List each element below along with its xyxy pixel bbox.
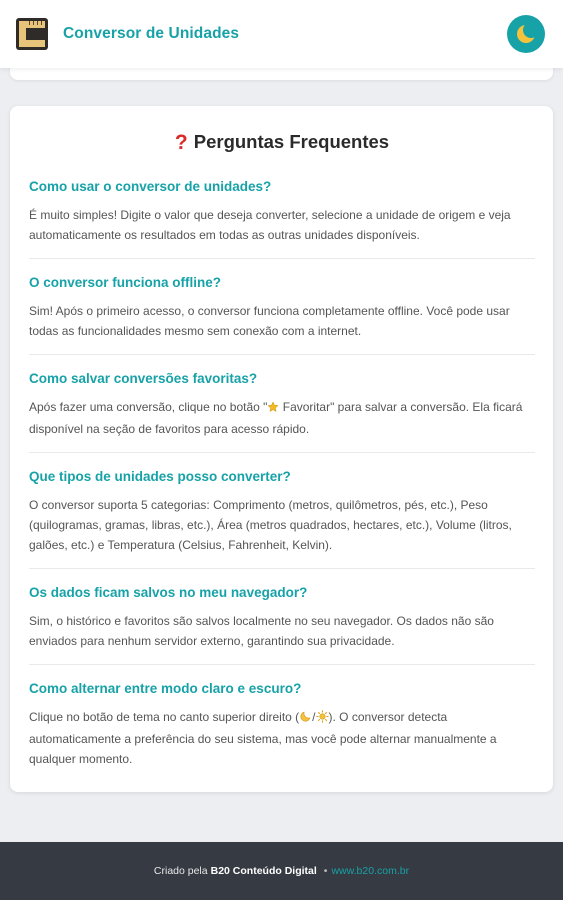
- faq-item[interactable]: Como salvar conversões favoritas? Após f…: [29, 370, 535, 453]
- faq-answer: O conversor suporta 5 categorias: Compri…: [29, 498, 512, 552]
- faq-title-text: Perguntas Frequentes: [193, 131, 390, 152]
- faq-item[interactable]: Como alternar entre modo claro e escuro?…: [29, 680, 535, 782]
- sun-icon: [315, 709, 329, 729]
- faq-item[interactable]: O conversor funciona offline? Sim! Após …: [29, 274, 535, 355]
- app-title: Conversor de Unidades: [63, 25, 240, 42]
- faq-question[interactable]: Os dados ficam salvos no meu navegador?: [29, 584, 535, 602]
- ruler-logo-icon: [16, 18, 48, 50]
- faq-answer-text: Após fazer uma conversão, clique no botã…: [29, 400, 268, 414]
- faq-answer: É muito simples! Digite o valor que dese…: [29, 208, 511, 242]
- faq-answer: Clique no botão de tema no canto superio…: [29, 707, 535, 769]
- footer: Criado pela B20 Conteúdo Digital • www.b…: [0, 842, 563, 900]
- faq-question[interactable]: Como alternar entre modo claro e escuro?: [29, 680, 535, 698]
- faq-title: ? Perguntas Frequentes: [29, 128, 535, 156]
- footer-link[interactable]: www.b20.com.br: [331, 865, 409, 877]
- app-header: Conversor de Unidades: [0, 0, 563, 68]
- faq-section: ? Perguntas Frequentes Como usar o conve…: [10, 106, 553, 792]
- star-icon: [267, 399, 280, 419]
- question-mark-icon: ?: [174, 130, 188, 154]
- moon-icon: [299, 709, 312, 729]
- faq-question[interactable]: O conversor funciona offline?: [29, 274, 535, 292]
- footer-brand: B20 Conteúdo Digital: [210, 865, 317, 877]
- faq-question[interactable]: Como usar o conversor de unidades?: [29, 178, 535, 196]
- faq-answer-text: Clique no botão de tema no canto superio…: [29, 710, 300, 724]
- theme-toggle-button[interactable]: [507, 15, 545, 53]
- faq-question[interactable]: Como salvar conversões favoritas?: [29, 370, 535, 388]
- faq-answer: Sim, o histórico e favoritos são salvos …: [29, 614, 494, 648]
- faq-answer: Sim! Após o primeiro acesso, o conversor…: [29, 304, 510, 338]
- faq-item[interactable]: Os dados ficam salvos no meu navegador? …: [29, 584, 535, 665]
- faq-item[interactable]: Que tipos de unidades posso converter? O…: [29, 468, 535, 569]
- faq-question[interactable]: Que tipos de unidades posso converter?: [29, 468, 535, 486]
- faq-answer: Após fazer uma conversão, clique no botã…: [29, 397, 535, 439]
- faq-item[interactable]: Como usar o conversor de unidades? É mui…: [29, 178, 535, 259]
- footer-prefix: Criado pela: [153, 865, 208, 877]
- footer-separator: •: [323, 865, 328, 877]
- moon-icon: [517, 22, 539, 43]
